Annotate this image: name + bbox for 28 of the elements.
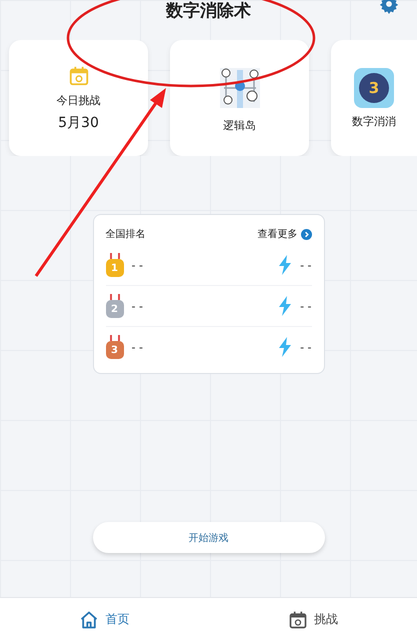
- lightning-icon: [278, 337, 292, 357]
- game-mode-card[interactable]: 3 数字消消: [331, 40, 417, 156]
- card-title: 逻辑岛: [223, 118, 256, 132]
- home-icon: [79, 610, 100, 630]
- calendar-icon: [68, 64, 90, 86]
- game-mode-card[interactable]: 今日挑战 5月30: [9, 40, 148, 156]
- app-title: 数字消除术: [166, 1, 251, 21]
- card-title: 今日挑战: [56, 92, 100, 108]
- chevron-icon: [300, 228, 312, 240]
- card-date: 5月30: [58, 114, 99, 132]
- game-mode-card[interactable]: 逻辑岛: [170, 40, 309, 156]
- player-name: - -: [132, 340, 144, 354]
- bomb-icon: 3: [354, 68, 394, 108]
- card-title: 数字消消: [352, 114, 396, 128]
- settings-icon[interactable]: [379, 0, 399, 14]
- player-score: - -: [300, 258, 312, 272]
- more-link[interactable]: 查看更多: [258, 227, 312, 241]
- player-name: - -: [132, 300, 144, 312]
- ranking-title: 全国排名: [106, 228, 146, 241]
- nav-tab[interactable]: 挑战: [208, 598, 417, 641]
- calendar-icon: [288, 610, 308, 630]
- player-score: - -: [300, 340, 312, 354]
- lightning-icon: [278, 296, 292, 316]
- player-score: - -: [300, 300, 312, 312]
- start-game-button[interactable]: 开始游戏: [92, 522, 324, 553]
- nav-tab[interactable]: 首页: [0, 598, 208, 641]
- lightning-icon: [278, 255, 292, 275]
- player-name: - -: [132, 258, 144, 272]
